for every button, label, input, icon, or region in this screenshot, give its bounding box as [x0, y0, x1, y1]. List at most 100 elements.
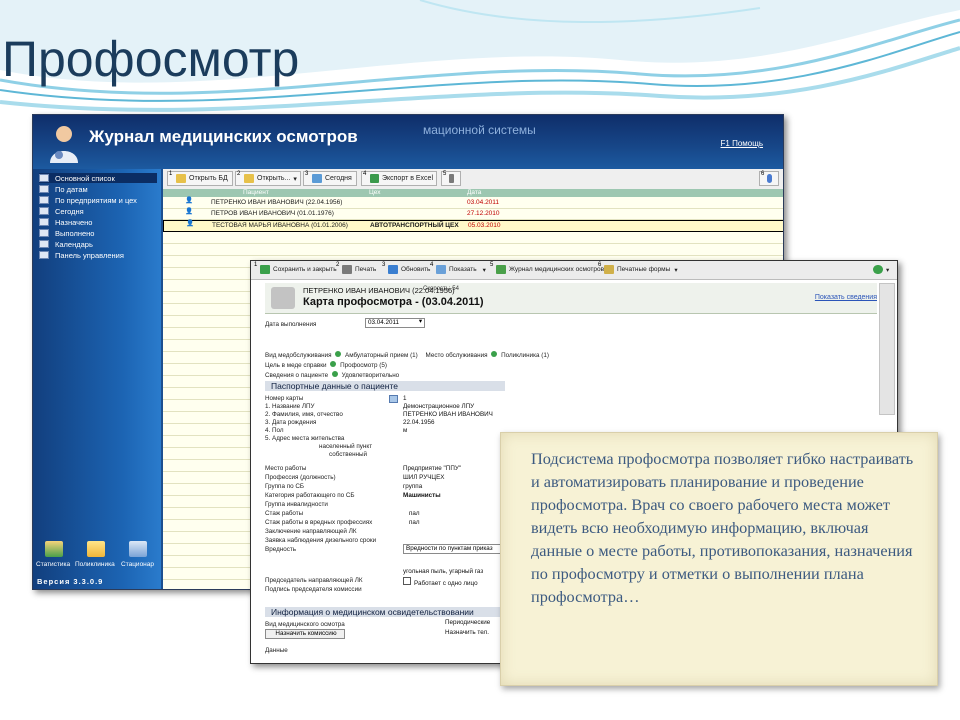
goal-row: Цель в меде справки Профосмотр (5) [265, 361, 387, 369]
field-value: угольная пыль, угарный газ [403, 568, 484, 575]
print-button[interactable]: 5 [441, 171, 461, 186]
card-scrollbar[interactable] [879, 283, 895, 415]
list-icon [39, 229, 49, 237]
field-label: населенный пункт [319, 443, 373, 450]
field-label: Подпись председателя комиссии [265, 586, 362, 593]
field-value: м [403, 427, 408, 434]
journal-header: Журнал медицинских осмотров мационной си… [33, 115, 783, 169]
field-label: 4. Пол [265, 427, 284, 434]
date-input[interactable]: 03.04.2011 ▾ [365, 318, 425, 328]
sidebar-item-by-enterprise[interactable]: По предприятиям и цех [39, 195, 137, 205]
field-label: Заключение направляющей ЛК [265, 528, 357, 535]
hospital-icon [129, 541, 147, 557]
doctor-logo-icon [50, 126, 78, 163]
table-row[interactable]: 👤 ПЕТРОВ ИВАН ИВАНОВИЧ (01.01.1976) 27.1… [163, 208, 783, 220]
card-title: Карта профосмотра - (03.04.2011) [303, 296, 484, 308]
field-value: Машинисты [403, 492, 441, 499]
journal-subtitle: мационной системы [423, 123, 536, 137]
show-info-link[interactable]: Показать сведения [815, 294, 877, 301]
version-label: Версия 3.3.0.9 [37, 577, 104, 586]
statistics-icon [45, 541, 63, 557]
chevron-down-icon: ▾ [482, 266, 486, 274]
show-button[interactable]: 4 Показать ▾ [429, 262, 486, 276]
print-icon [449, 174, 454, 183]
field-value: ПЕТРЕНКО ИВАН ИВАНОВИЧ [403, 411, 493, 418]
field-value: Демонстрационное ЛПУ [403, 403, 475, 410]
table-row[interactable]: 👤 ПЕТРЕНКО ИВАН ИВАНОВИЧ (22.04.1956) 03… [163, 197, 783, 209]
section-passport: Паспортные данные о пациенте [265, 381, 505, 391]
card-help-button[interactable]: ▾ [871, 263, 889, 276]
green-status-icon [330, 361, 337, 367]
refresh-icon [388, 265, 398, 274]
card-header: ПЕТРЕНКО ИВАН ИВАНОВИЧ (22.04.1956) Скор… [265, 283, 877, 314]
info-note: Подсистема профосмотра позволяет гибко н… [500, 432, 938, 686]
service-type-row: Вид медобслуживания Амбулаторный прием (… [265, 351, 549, 359]
column-shop[interactable]: Цех [369, 189, 381, 196]
sidebar-item-control-panel[interactable]: Панель управления [39, 250, 124, 260]
card-toolbar: 1 Сохранить и закрыть 2 Печать 3 Обновить 4… [251, 261, 897, 280]
column-date[interactable]: Дата [467, 189, 481, 196]
today-button[interactable]: 3 Сегодня [303, 171, 357, 186]
field-value: 22.04.1956 [403, 419, 435, 426]
panel-icon [39, 251, 49, 259]
column-patient[interactable]: Пациент [243, 189, 269, 196]
open-db-button[interactable]: 1 Открыть БД [167, 171, 233, 186]
table-row-selected[interactable]: 👤 ТЕСТОВАЯ МАРЬЯ ИВАНОВНА (01.01.2006) А… [163, 220, 783, 232]
field-label: Группа инвалидности [265, 501, 328, 508]
green-status-icon [491, 351, 498, 357]
sidebar-item-assigned[interactable]: Назначено [39, 217, 92, 227]
excel-icon [370, 174, 379, 183]
field-label: 3. Дата рождения [265, 419, 317, 426]
print-forms-button[interactable]: 6 Печатные формы ▾ [597, 262, 678, 276]
chevron-down-icon: ▾ [293, 175, 297, 183]
folder-icon [87, 541, 105, 557]
chevron-down-icon: ▾ [674, 266, 678, 274]
works-alone-checkbox[interactable]: Работает с одно лицо [403, 577, 478, 587]
help-icon [767, 174, 772, 183]
field-label: Стаж работы в вредных профессиях [265, 519, 373, 526]
harmful-factors-dropdown[interactable]: Вредности по пунктам приказ [403, 544, 503, 554]
today-icon [312, 174, 322, 183]
journal-link-button[interactable]: 5 Журнал медицинских осмотров [489, 262, 604, 276]
help-link[interactable]: F1 Помощь [721, 139, 763, 148]
sidebar-item-main-list[interactable]: Основной список [39, 173, 157, 183]
list-icon [39, 196, 49, 204]
field-value: ШИЛ РУЧЦЕХ [403, 474, 445, 481]
sidebar-item-calendar[interactable]: Календарь [39, 239, 93, 249]
field-label: Место работы [265, 465, 307, 472]
field-label: Заявка наблюдения дизельного сроки [265, 537, 377, 544]
list-icon [39, 207, 49, 215]
list-icon [39, 174, 49, 182]
open-button[interactable]: 2 Открыть... ▾ [235, 171, 301, 186]
field-label: 2. Фамилия, имя, отчество [265, 411, 343, 418]
field-label: 5. Адрес места жительства [265, 435, 345, 442]
assign-commission-button[interactable]: Назначить комиссию [265, 629, 345, 639]
export-excel-button[interactable]: 4 Экспорт в Excel [361, 171, 437, 186]
sidebar-item-by-dates[interactable]: По датам [39, 184, 88, 194]
help-button[interactable]: 6 [759, 171, 779, 186]
open-icon [244, 174, 254, 183]
lookup-icon[interactable] [389, 395, 398, 403]
sidebar-item-today[interactable]: Сегодня [39, 206, 84, 216]
save-close-button[interactable]: 1 Сохранить и закрыть [253, 262, 337, 276]
field-label: Группа по СБ [265, 483, 305, 490]
journal-icon [496, 265, 506, 274]
calendar-icon [39, 240, 49, 248]
sidebar-item-done[interactable]: Выполнено [39, 228, 94, 238]
print-card-button[interactable]: 2 Печать [335, 262, 376, 276]
journal-sidebar: Основной список По датам По предприятиям… [33, 169, 161, 589]
date-label: Дата выполнения [265, 321, 317, 328]
table-header: Пациент Цех Дата [163, 189, 783, 197]
field-value: Назначить тел. [445, 629, 489, 636]
open-db-icon [176, 174, 186, 183]
field-label: Номер карты [265, 395, 304, 402]
journal-title: Журнал медицинских осмотров [89, 127, 358, 146]
refresh-button[interactable]: 3 Обновить [381, 262, 430, 276]
print-icon [342, 265, 352, 274]
card-icon [271, 287, 295, 309]
field-label: Вид медицинского осмотра [265, 621, 345, 628]
save-icon [260, 265, 270, 274]
field-label: собственный [329, 451, 368, 458]
list-icon [39, 185, 49, 193]
patient-icon: 👤 [186, 220, 195, 227]
